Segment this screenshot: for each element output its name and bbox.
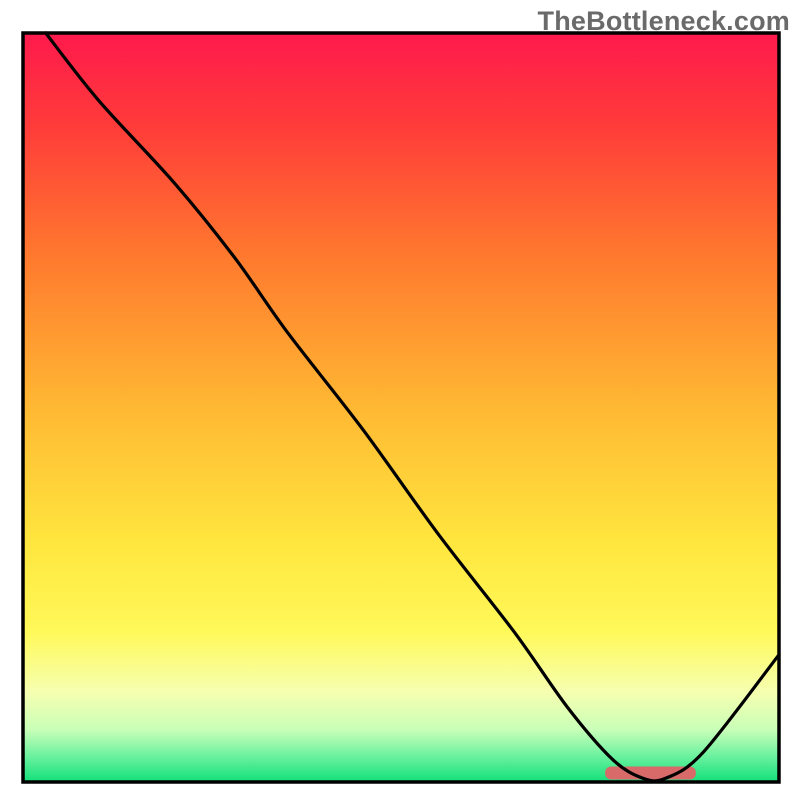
watermark-text: TheBottleneck.com xyxy=(538,6,790,37)
bottleneck-chart: TheBottleneck.com xyxy=(0,0,800,800)
optimum-marker xyxy=(605,767,696,780)
gradient-background xyxy=(23,33,779,782)
chart-svg xyxy=(0,0,800,800)
